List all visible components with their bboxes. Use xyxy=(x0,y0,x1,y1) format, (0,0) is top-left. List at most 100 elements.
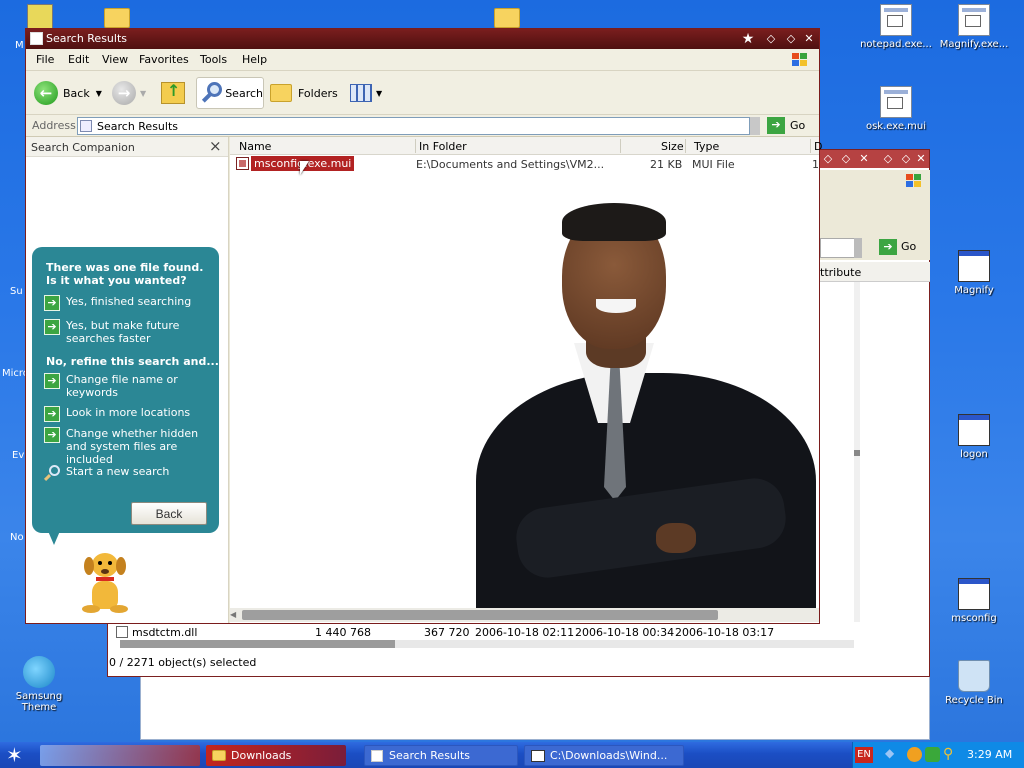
minimize-icon[interactable]: ◇ xyxy=(764,32,778,46)
minimize-icon[interactable]: ◇ xyxy=(821,152,835,166)
network-icon[interactable] xyxy=(925,747,940,762)
option-change-file-name[interactable]: ➔ Change file name or keywords xyxy=(44,373,214,399)
search-button[interactable]: Search xyxy=(196,77,264,109)
language-indicator[interactable]: EN xyxy=(855,747,873,763)
column-header-row: Name In Folder Size Type D xyxy=(230,137,822,155)
desktop-icon-logon[interactable]: logon xyxy=(931,414,1017,460)
go-button[interactable]: Go xyxy=(901,240,916,253)
views-button[interactable]: ▼ xyxy=(350,77,382,109)
option-more-locations[interactable]: ➔ Look in more locations xyxy=(44,406,214,422)
scrollbar-thumb[interactable] xyxy=(120,640,395,648)
star-icon[interactable]: ★ xyxy=(741,32,755,46)
forward-button[interactable]: → ▼ xyxy=(112,77,146,109)
tray-icon[interactable]: ◆ xyxy=(885,746,894,760)
result-type: MUI File xyxy=(692,158,735,171)
column-header-attribute[interactable]: ttribute xyxy=(820,266,861,279)
maximize-icon[interactable]: ◇ xyxy=(784,32,798,46)
recycle-bin-icon xyxy=(958,660,990,692)
menu-favorites[interactable]: Favorites xyxy=(139,53,189,66)
messenger-icon[interactable] xyxy=(907,747,922,762)
horizontal-scrollbar[interactable]: ◀ xyxy=(230,608,819,622)
search-companion-header: Search Companion × xyxy=(26,137,228,157)
close-icon[interactable]: ✕ xyxy=(914,152,928,166)
option-hidden-files[interactable]: ➔ Change whether hidden and system files … xyxy=(44,427,214,466)
desktop-icon-label: osk.exe.mui xyxy=(865,121,927,132)
search-companion-pane: Search Companion × There was one file fo… xyxy=(26,137,229,623)
column-name[interactable]: Name xyxy=(239,140,271,153)
menu-edit[interactable]: Edit xyxy=(68,53,89,66)
option-new-search[interactable]: Start a new search xyxy=(43,465,214,482)
green-arrow-icon: ➔ xyxy=(44,295,60,311)
console-icon xyxy=(531,749,545,762)
minimize-icon[interactable]: ◇ xyxy=(881,152,895,166)
desktop-icon-samsung-theme[interactable]: Samsung Theme xyxy=(0,656,82,713)
go-arrow-icon[interactable]: ➔ xyxy=(879,239,897,255)
go-button[interactable]: Go xyxy=(790,119,805,132)
scroll-left-icon[interactable]: ◀ xyxy=(230,610,240,620)
start-button[interactable]: ✶ xyxy=(6,744,30,766)
result-extra: 1 xyxy=(812,158,819,171)
folder-icon[interactable] xyxy=(104,8,130,28)
green-arrow-icon: ➔ xyxy=(44,319,60,335)
background-window-lower[interactable] xyxy=(140,676,930,740)
green-arrow-icon: ➔ xyxy=(44,373,60,389)
column-type[interactable]: Type xyxy=(694,140,719,153)
address-input[interactable]: Search Results xyxy=(77,117,750,135)
search-results-window[interactable]: Search Results ★ ◇ ◇ ✕ File Edit View Fa… xyxy=(25,28,822,624)
option-finished[interactable]: ➔ Yes, finished searching xyxy=(44,295,214,311)
column-in-folder[interactable]: In Folder xyxy=(419,140,467,153)
column-date[interactable]: D xyxy=(814,140,822,153)
address-input[interactable] xyxy=(820,238,856,258)
taskbar-item-search-results[interactable]: Search Results xyxy=(364,745,518,766)
window-titlebar[interactable]: Search Results ★ ◇ ◇ ✕ xyxy=(26,29,819,49)
close-icon[interactable]: ✕ xyxy=(857,152,871,166)
desktop-icon-osk[interactable]: osk.exe.mui xyxy=(853,86,939,132)
search-results-list[interactable]: Name In Folder Size Type D msconfig.exe.… xyxy=(230,137,822,623)
taskbar-item-downloads[interactable]: Downloads xyxy=(206,745,346,766)
desktop-icon-label: msconfig xyxy=(951,613,997,624)
desktop-icon-magnify-exe[interactable]: Magnify.exe... xyxy=(931,4,1017,50)
scrollbar-thumb[interactable] xyxy=(242,610,718,620)
search-icon xyxy=(43,465,60,482)
menu-help[interactable]: Help xyxy=(242,53,267,66)
up-folder-button[interactable]: ↑ xyxy=(161,77,185,109)
go-arrow-icon[interactable]: ➔ xyxy=(767,117,785,134)
menu-tools[interactable]: Tools xyxy=(200,53,227,66)
folder-icon[interactable] xyxy=(494,8,520,28)
search-icon[interactable]: ⚲ xyxy=(943,746,953,762)
back-button[interactable]: ← Back ▼ xyxy=(34,77,102,109)
desktop-icon-label: Magnify.exe... xyxy=(939,39,1009,50)
search-window-icon xyxy=(371,749,383,762)
table-row[interactable]: msconfig.exe.mui xyxy=(234,155,355,172)
desktop-icon-label: Magnify xyxy=(954,285,994,296)
menu-view[interactable]: View xyxy=(102,53,128,66)
desktop-icon-recycle-bin[interactable]: Recycle Bin xyxy=(931,660,1017,706)
taskbar-item-downloads-window[interactable]: C:\Downloads\Wind... xyxy=(524,745,684,766)
file-name[interactable]: msdtctm.dll xyxy=(132,626,197,639)
restore-icon[interactable]: ◇ xyxy=(839,152,853,166)
file-date-created: 2006-10-18 02:11 xyxy=(475,626,575,639)
folders-label: Folders xyxy=(298,86,338,100)
folders-button[interactable]: Folders xyxy=(270,77,338,109)
taskbar: ✶ Downloads Search Results C:\Downloads\… xyxy=(0,742,1024,768)
scrollbar[interactable] xyxy=(854,238,862,258)
close-icon[interactable]: × xyxy=(209,137,222,155)
close-icon[interactable]: ✕ xyxy=(802,32,816,46)
restore-icon[interactable]: ◇ xyxy=(899,152,913,166)
mui-file-icon xyxy=(236,157,249,170)
option-label: Change file name or keywords xyxy=(66,373,178,399)
column-size[interactable]: Size xyxy=(661,140,684,153)
clock[interactable]: 3:29 AM xyxy=(967,748,1012,761)
companion-back-button[interactable]: Back xyxy=(131,502,207,525)
views-icon xyxy=(350,84,372,102)
option-faster-searches[interactable]: ➔ Yes, but make future searches faster xyxy=(44,319,214,345)
windows-logo-icon xyxy=(790,51,810,69)
scrollbar-thumb[interactable] xyxy=(854,450,860,456)
menu-file[interactable]: File xyxy=(36,53,54,66)
taskbar-item-blurred[interactable] xyxy=(40,745,200,766)
desktop-icon-notepad[interactable]: notepad.exe... xyxy=(853,4,939,50)
desktop-icon-magnify[interactable]: Magnify xyxy=(931,250,1017,296)
desktop-icon-msconfig[interactable]: msconfig xyxy=(931,578,1017,624)
address-dropdown[interactable] xyxy=(750,117,760,135)
search-dog-icon[interactable] xyxy=(78,547,134,617)
